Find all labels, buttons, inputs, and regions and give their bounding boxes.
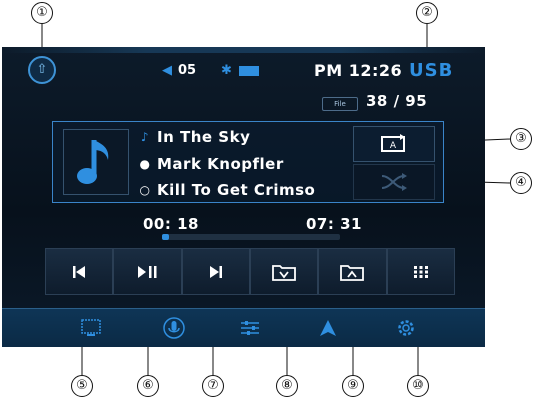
clock: PM 12:26 bbox=[314, 61, 403, 80]
back-button[interactable]: ⇧ bbox=[28, 56, 56, 84]
album-row: ○ Kill To Get Crimso bbox=[139, 181, 315, 199]
previous-icon bbox=[73, 265, 86, 278]
callout-1: ① bbox=[31, 2, 53, 24]
next-icon bbox=[209, 265, 222, 278]
track-info-panel: ♪ In The Sky ● Mark Knopfler ○ Kill To G… bbox=[52, 121, 444, 203]
settings-sliders-icon bbox=[241, 321, 259, 335]
repeat-button[interactable]: A bbox=[353, 126, 435, 162]
shuffle-icon bbox=[381, 173, 407, 191]
playback-controls bbox=[45, 248, 455, 295]
media-icon bbox=[81, 319, 101, 336]
dock-gear-button[interactable] bbox=[393, 317, 419, 339]
dock-navigation-button[interactable] bbox=[315, 317, 341, 339]
progress-bar[interactable] bbox=[162, 234, 340, 240]
disc-icon: ○ bbox=[139, 183, 151, 197]
callout-3: ③ bbox=[510, 128, 532, 150]
bluetooth-icon: ✱ bbox=[221, 63, 232, 78]
file-badge: File bbox=[322, 97, 358, 111]
battery-icon bbox=[239, 66, 259, 76]
callout-5: ⑤ bbox=[71, 375, 93, 397]
grid-icon bbox=[413, 265, 428, 278]
folder-up-button[interactable] bbox=[318, 248, 387, 295]
next-track-button[interactable] bbox=[181, 248, 250, 295]
menu-grid-button[interactable] bbox=[386, 248, 455, 295]
bottom-dock bbox=[2, 308, 485, 347]
callout-10: ⑩ bbox=[407, 375, 429, 397]
album-art bbox=[63, 129, 129, 195]
status-bar: ⇧ ◀ 05 ✱ PM 12:26 USB File 38 / 95 bbox=[2, 47, 485, 111]
artist-row: ● Mark Knopfler bbox=[139, 155, 284, 173]
album-name: Kill To Get Crimso bbox=[157, 181, 316, 199]
shuffle-button[interactable] bbox=[353, 164, 435, 200]
elapsed-time: 00: 18 bbox=[143, 215, 199, 233]
back-arrow-icon: ⇧ bbox=[36, 62, 48, 77]
track-title: In The Sky bbox=[157, 128, 251, 146]
play-pause-button[interactable] bbox=[113, 248, 182, 295]
folder-up-icon bbox=[340, 264, 365, 281]
gear-icon bbox=[398, 320, 414, 336]
volume-indicator: ◀ 05 bbox=[162, 63, 196, 78]
callout-8: ⑧ bbox=[276, 375, 298, 397]
artist-name: Mark Knopfler bbox=[157, 155, 284, 173]
callout-7: ⑦ bbox=[202, 375, 224, 397]
callout-9: ⑨ bbox=[342, 375, 364, 397]
dock-voice-button[interactable] bbox=[161, 317, 187, 339]
previous-track-button[interactable] bbox=[45, 248, 114, 295]
total-time: 07: 31 bbox=[306, 215, 362, 233]
svg-text:A: A bbox=[390, 141, 397, 151]
volume-value: 05 bbox=[178, 63, 197, 78]
voice-icon bbox=[163, 317, 185, 339]
file-count: 38 / 95 bbox=[366, 92, 428, 110]
dock-media-button[interactable] bbox=[78, 317, 104, 339]
callout-6: ⑥ bbox=[137, 375, 159, 397]
track-title-row: ♪ In The Sky bbox=[139, 128, 250, 146]
music-note-icon bbox=[77, 140, 109, 184]
speaker-icon: ◀ bbox=[162, 63, 172, 78]
play-pause-icon bbox=[138, 265, 157, 278]
navigation-icon bbox=[320, 320, 336, 336]
repeat-icon: A bbox=[381, 134, 405, 152]
dock-settings-sliders-button[interactable] bbox=[237, 317, 263, 339]
callout-4: ④ bbox=[510, 172, 532, 194]
callout-2: ② bbox=[416, 2, 438, 24]
person-icon: ● bbox=[139, 157, 151, 171]
note-icon: ♪ bbox=[140, 130, 150, 144]
folder-down-button[interactable] bbox=[249, 248, 319, 295]
folder-down-icon bbox=[272, 264, 297, 281]
progress-fill bbox=[162, 234, 170, 240]
head-unit-screen: ⇧ ◀ 05 ✱ PM 12:26 USB File 38 / 95 ♪ In … bbox=[2, 47, 485, 347]
source-label: USB bbox=[409, 60, 454, 81]
